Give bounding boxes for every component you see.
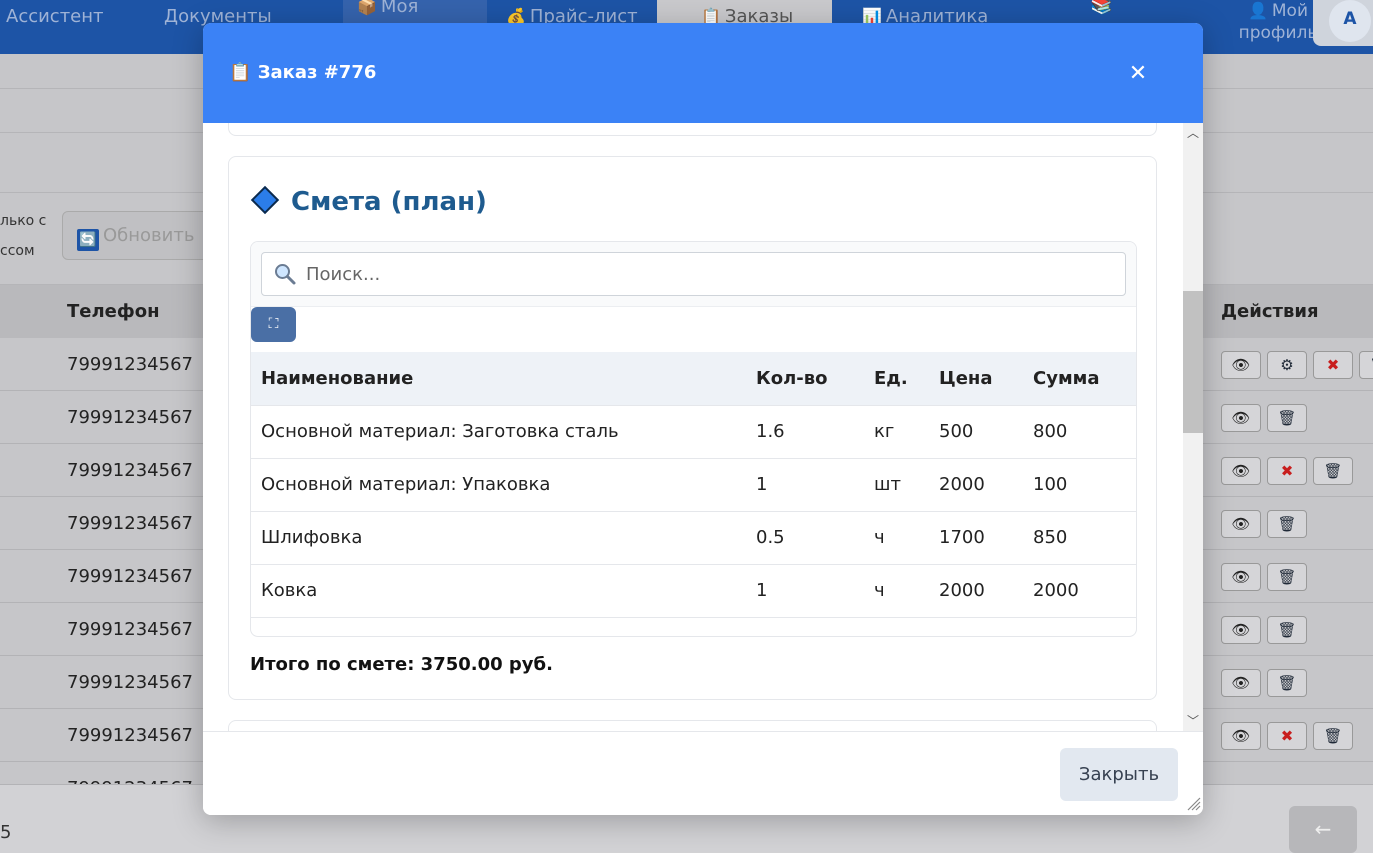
avatar-container: А <box>1313 0 1373 46</box>
cell-unit: ч <box>864 564 929 618</box>
cancel-x-icon[interactable]: ✖ <box>1313 351 1353 379</box>
view-eye-icon[interactable]: 👁 <box>1221 510 1261 538</box>
phone-cell: 79991234567 <box>67 619 193 640</box>
cell-qty: 0.5 <box>746 511 864 565</box>
trash-icon[interactable]: 🗑 <box>1359 351 1373 379</box>
view-eye-icon[interactable]: 👁 <box>1221 404 1261 432</box>
cell-sum: 800 <box>1023 405 1136 459</box>
view-eye-icon[interactable]: 👁 <box>1221 669 1261 697</box>
user-icon: 👤 <box>1247 1 1268 20</box>
cell-name: Основной материал: Заготовка сталь <box>251 405 746 459</box>
trash-icon[interactable]: 🗑 <box>1313 457 1353 485</box>
close-button[interactable]: Закрыть <box>1060 748 1178 801</box>
scroll-up-icon[interactable]: ︿ <box>1183 123 1203 143</box>
cell-price: 2000 <box>929 564 1023 618</box>
modal-header: 📋 Заказ #776 ✕ <box>203 23 1203 123</box>
trash-icon[interactable]: 🗑 <box>1313 722 1353 750</box>
refresh-button[interactable]: 🔄 Обновить <box>62 211 222 260</box>
cell-price: 2000 <box>929 458 1023 512</box>
previous-section-card <box>228 123 1157 136</box>
filter-label-2: ссом <box>0 243 35 259</box>
table-row[interactable]: Ковка 1 ч 2000 2000 <box>251 564 1136 618</box>
modal-close-icon[interactable]: ✕ <box>1123 59 1153 89</box>
refresh-icon: 🔄 <box>77 229 99 251</box>
phone-cell: 79991234567 <box>67 566 193 587</box>
estimate-table: Наименование Кол-во Ед. Цена Сумма Основ… <box>251 352 1136 618</box>
search-input[interactable] <box>261 252 1126 296</box>
view-eye-icon[interactable]: 👁 <box>1221 616 1261 644</box>
column-header-phone: Телефон <box>67 301 160 322</box>
cell-qty: 1.6 <box>746 405 864 459</box>
avatar[interactable]: А <box>1329 0 1371 42</box>
cell-unit: ч <box>864 511 929 565</box>
blue-diamond-icon <box>250 185 280 215</box>
cell-sum: 100 <box>1023 458 1136 512</box>
cell-name: Основной материал: Упаковка <box>251 458 746 512</box>
estimate-table-container: ⛶ Наименование Кол-во Ед. Цена Сумма <box>250 241 1137 637</box>
gear-icon[interactable]: ⚙ <box>1267 351 1307 379</box>
phone-cell: 79991234567 <box>67 725 193 746</box>
cell-name: Ковка <box>251 564 746 618</box>
estimate-section-card: Смета (план) ⛶ Наименование Кол-во <box>228 156 1157 700</box>
estimate-total: Итого по смете: 3750.00 руб. <box>250 654 553 675</box>
section-title: Смета (план) <box>250 185 487 217</box>
modal-footer: Закрыть <box>203 731 1203 815</box>
column-header-sum[interactable]: Сумма <box>1023 352 1136 406</box>
phone-cell: 79991234567 <box>67 672 193 693</box>
trash-icon[interactable]: 🗑 <box>1267 669 1307 697</box>
cancel-x-icon[interactable]: ✖ <box>1267 722 1307 750</box>
cell-qty: 1 <box>746 564 864 618</box>
pagination-count: 5 <box>0 822 12 843</box>
trash-icon[interactable]: 🗑 <box>1267 616 1307 644</box>
fullscreen-expand-button[interactable]: ⛶ <box>251 307 296 342</box>
cell-price: 500 <box>929 405 1023 459</box>
nav-item-assistant[interactable]: Ассистент <box>6 0 104 54</box>
phone-cell: 79991234567 <box>67 354 193 375</box>
modal-title: 📋 Заказ #776 <box>229 62 377 83</box>
scroll-down-icon[interactable]: ﹀ <box>1183 711 1203 731</box>
pagination-prev-button[interactable]: ← <box>1289 806 1357 853</box>
resize-handle-icon[interactable] <box>1185 795 1201 811</box>
expand-icon: ⛶ <box>268 316 279 332</box>
cell-sum: 2000 <box>1023 564 1136 618</box>
column-header-price[interactable]: Цена <box>929 352 1023 406</box>
column-header-unit[interactable]: Ед. <box>864 352 929 406</box>
column-header-qty[interactable]: Кол-во <box>746 352 864 406</box>
box-icon: 📦 <box>357 0 377 16</box>
column-header-actions: Действия <box>1221 301 1319 322</box>
view-eye-icon[interactable]: 👁 <box>1221 563 1261 591</box>
trash-icon[interactable]: 🗑 <box>1267 404 1307 432</box>
table-row[interactable]: Основной материал: Заготовка сталь 1.6 к… <box>251 405 1136 459</box>
phone-cell: 79991234567 <box>67 762 193 784</box>
view-eye-icon[interactable]: 👁 <box>1221 722 1261 750</box>
search-icon <box>275 264 296 285</box>
filter-label-1: лько с <box>0 213 47 229</box>
next-section-card <box>228 720 1157 731</box>
cell-unit: кг <box>864 405 929 459</box>
order-modal: 📋 Заказ #776 ✕ Смета (план) ⛶ <box>203 23 1203 815</box>
cancel-x-icon[interactable]: ✖ <box>1267 457 1307 485</box>
cell-name: Шлифовка <box>251 511 746 565</box>
column-header-name[interactable]: Наименование <box>251 352 746 406</box>
clipboard-icon: 📋 <box>229 62 252 83</box>
cell-sum: 850 <box>1023 511 1136 565</box>
modal-scrollbar[interactable]: ︿ ﹀ <box>1183 123 1203 731</box>
view-eye-icon[interactable]: 👁 <box>1221 351 1261 379</box>
cell-unit: шт <box>864 458 929 512</box>
cell-price: 1700 <box>929 511 1023 565</box>
cell-qty: 1 <box>746 458 864 512</box>
view-eye-icon[interactable]: 👁 <box>1221 457 1261 485</box>
phone-cell: 79991234567 <box>67 407 193 428</box>
modal-body: Смета (план) ⛶ Наименование Кол-во <box>203 123 1183 731</box>
table-header-row: Наименование Кол-во Ед. Цена Сумма <box>251 352 1136 406</box>
trash-icon[interactable]: 🗑 <box>1267 563 1307 591</box>
nav-item-profile[interactable]: 👤 Мой профиль <box>1238 0 1318 54</box>
scrollbar-thumb[interactable] <box>1183 291 1203 433</box>
table-row[interactable]: Основной материал: Упаковка 1 шт 2000 10… <box>251 458 1136 512</box>
table-row[interactable]: Шлифовка 0.5 ч 1700 850 <box>251 511 1136 565</box>
search-bar <box>251 242 1136 307</box>
phone-cell: 79991234567 <box>67 513 193 534</box>
phone-cell: 79991234567 <box>67 460 193 481</box>
trash-icon[interactable]: 🗑 <box>1267 510 1307 538</box>
